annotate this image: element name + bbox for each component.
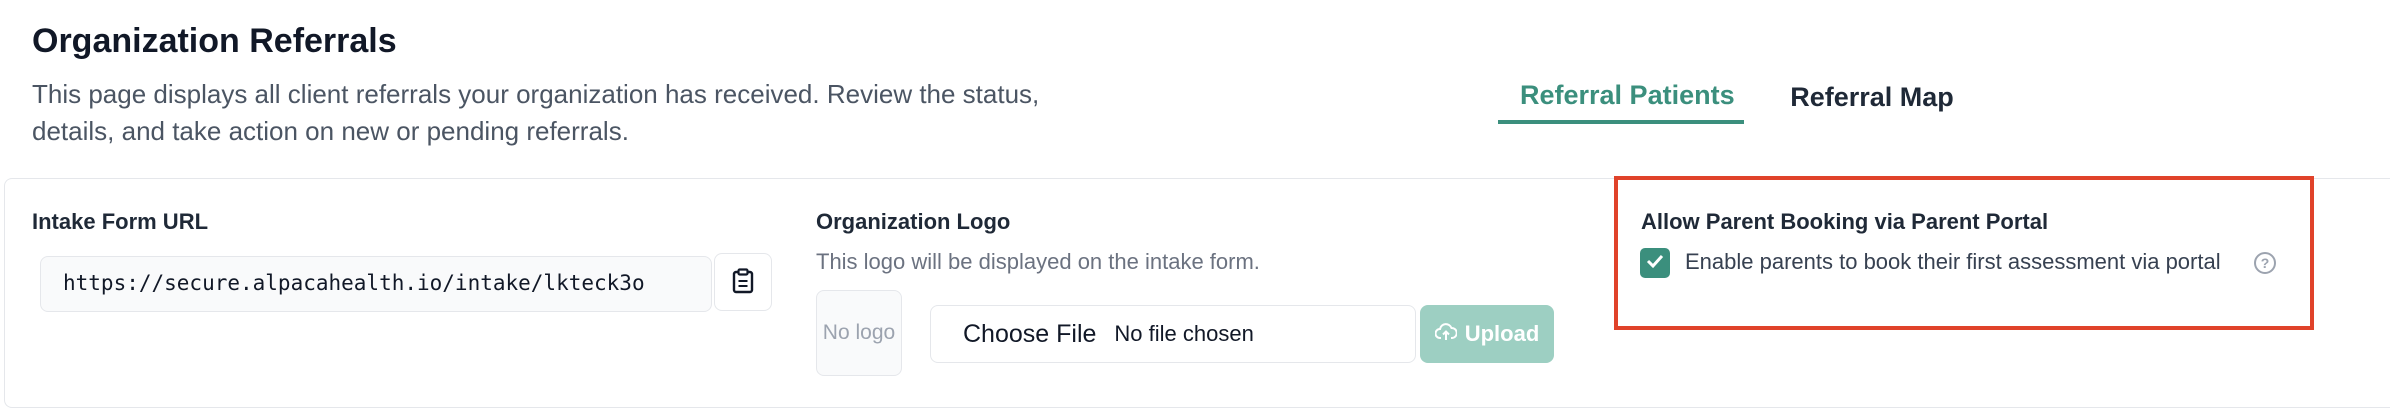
tab-referral-map[interactable]: Referral Map xyxy=(1762,64,1982,124)
check-icon xyxy=(1645,253,1665,274)
cloud-upload-icon xyxy=(1434,321,1458,347)
help-icon[interactable]: ? xyxy=(2254,252,2276,274)
file-status: No file chosen xyxy=(1114,321,1254,346)
upload-button[interactable]: Upload xyxy=(1420,305,1554,363)
logo-file-input[interactable]: Choose File No file chosen xyxy=(930,305,1416,363)
parent-booking-checkbox[interactable] xyxy=(1640,248,1670,278)
page-title: Organization Referrals xyxy=(32,22,397,60)
org-logo-label: Organization Logo xyxy=(816,209,1011,234)
upload-label: Upload xyxy=(1464,321,1540,346)
page-description: This page displays all client referrals … xyxy=(32,79,1040,146)
page: Organization Referrals This page display… xyxy=(0,0,2390,408)
copy-url-button[interactable] xyxy=(714,253,772,311)
intake-url-label: Intake Form URL xyxy=(32,209,209,234)
org-logo-help: This logo will be displayed on the intak… xyxy=(816,249,1260,274)
intake-url-field[interactable]: https://secure.alpacahealth.io/intake/lk… xyxy=(40,256,712,312)
parent-booking-checkbox-label[interactable]: Enable parents to book their first asses… xyxy=(1685,249,2221,275)
choose-file-button[interactable]: Choose File xyxy=(963,320,1096,349)
clipboard-icon xyxy=(732,267,754,297)
logo-placeholder: No logo xyxy=(816,290,902,376)
parent-booking-label: Allow Parent Booking via Parent Portal xyxy=(1641,209,2049,234)
tab-referral-patients[interactable]: Referral Patients xyxy=(1498,64,1744,124)
